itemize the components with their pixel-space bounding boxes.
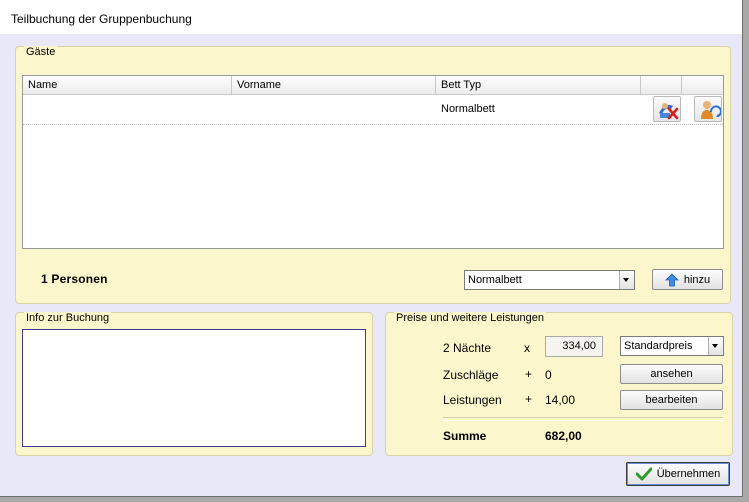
- dialog-window: Teilbuchung der Gruppenbuchung Gäste Nam…: [0, 0, 743, 497]
- view-surcharges-label: ansehen: [650, 368, 693, 380]
- chevron-down-icon[interactable]: [708, 337, 723, 355]
- guests-group-title: Gäste: [24, 46, 58, 58]
- cell-bett-typ[interactable]: Normalbett: [436, 95, 641, 124]
- edit-services-label: bearbeiten: [645, 394, 698, 406]
- prices-group: Preise und weitere Leistungen 2 Nächte x…: [385, 312, 733, 456]
- booking-info-group: Info zur Buchung: [15, 312, 373, 456]
- price-type-select-value: Standardpreis: [624, 340, 693, 352]
- view-surcharges-button[interactable]: ansehen: [620, 364, 723, 384]
- arrow-up-icon: [664, 272, 679, 286]
- guests-group: Gäste Name Vorname Bett Typ Normalbett 1…: [15, 46, 731, 304]
- nights-label: 2 Nächte: [443, 341, 492, 355]
- edit-guest-button[interactable]: [694, 96, 722, 122]
- surcharge-label: Zuschläge: [443, 368, 499, 382]
- surcharge-value: 0: [545, 368, 552, 382]
- person-count: 1 Personen: [41, 272, 108, 286]
- prices-group-title: Preise und weitere Leistungen: [394, 312, 546, 324]
- bed-type-select[interactable]: Normalbett: [464, 270, 635, 290]
- guests-table[interactable]: Name Vorname Bett Typ Normalbett: [22, 75, 724, 249]
- cell-vorname[interactable]: [232, 95, 436, 124]
- cell-name[interactable]: [23, 95, 232, 124]
- column-header-bett-typ[interactable]: Bett Typ: [436, 76, 641, 94]
- price-type-select[interactable]: Standardpreis: [620, 336, 724, 356]
- remove-guest-button[interactable]: [653, 96, 681, 122]
- window-title: Teilbuchung der Gruppenbuchung: [11, 12, 192, 26]
- column-header-action-2: [682, 76, 723, 94]
- apply-button-label: Übernehmen: [656, 468, 721, 480]
- edit-guest-icon: [701, 101, 721, 119]
- add-guest-button[interactable]: hinzu: [652, 269, 723, 290]
- nights-price-field[interactable]: 334,00: [545, 336, 603, 357]
- surcharge-operator: +: [525, 367, 533, 381]
- column-header-name[interactable]: Name: [23, 76, 232, 94]
- column-header-action-1: [641, 76, 682, 94]
- bed-type-select-value: Normalbett: [468, 274, 522, 286]
- checkmark-icon: [635, 467, 652, 481]
- guests-table-header: Name Vorname Bett Typ: [23, 76, 723, 95]
- table-row[interactable]: Normalbett: [23, 95, 723, 125]
- nights-operator: x: [524, 341, 530, 355]
- column-header-vorname[interactable]: Vorname: [232, 76, 436, 94]
- title-bar: Teilbuchung der Gruppenbuchung: [0, 0, 742, 34]
- add-guest-button-label: hinzu: [683, 273, 711, 286]
- sum-separator: [443, 417, 723, 421]
- sum-label: Summe: [443, 429, 487, 443]
- chevron-down-icon[interactable]: [619, 271, 634, 289]
- apply-button[interactable]: Übernehmen: [626, 462, 730, 486]
- sum-value: 682,00: [545, 429, 582, 443]
- booking-info-title: Info zur Buchung: [24, 312, 112, 324]
- remove-guest-icon: [659, 103, 679, 120]
- booking-info-textarea[interactable]: [22, 329, 366, 447]
- services-label: Leistungen: [443, 393, 502, 407]
- edit-services-button[interactable]: bearbeiten: [620, 390, 723, 410]
- services-operator: +: [525, 392, 533, 406]
- services-value: 14,00: [545, 393, 576, 407]
